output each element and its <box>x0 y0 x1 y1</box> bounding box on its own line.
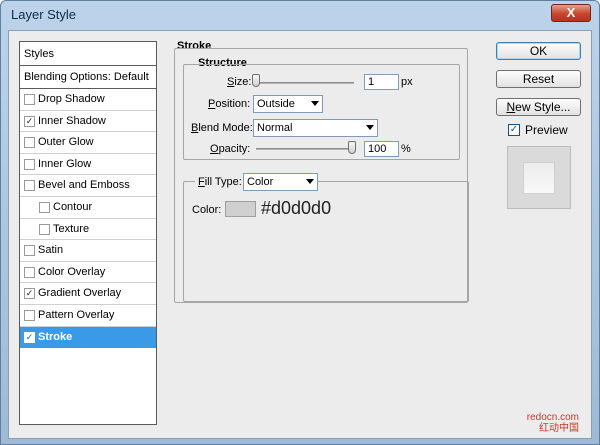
style-list: Drop Shadow ✓ Inner Shadow Outer Glow Inner … <box>20 89 156 349</box>
size-label: Size: <box>227 76 252 88</box>
opacity-unit: % <box>401 143 411 155</box>
style-item-label: Pattern Overlay <box>38 308 115 321</box>
chevron-down-icon <box>366 125 374 130</box>
size-unit: px <box>401 76 413 88</box>
chevron-down-icon <box>306 179 314 184</box>
style-item-label: Gradient Overlay <box>38 287 122 300</box>
ok-button[interactable]: OK <box>496 42 581 60</box>
layer-style-window: Layer Style X Styles Blending Options: D… <box>0 0 600 445</box>
style-item-label: Drop Shadow <box>38 93 105 105</box>
style-item-label: Stroke <box>38 330 73 343</box>
watermark-domain: redocn.com <box>526 412 579 423</box>
style-item-label: Texture <box>53 222 90 235</box>
style-item-bevel-and-emboss[interactable]: Bevel and Emboss <box>20 175 156 197</box>
color-hex-text: #d0d0d0 <box>261 198 332 218</box>
style-item-inner-shadow[interactable]: ✓ Inner Shadow <box>20 111 156 133</box>
style-checkbox[interactable] <box>39 201 50 213</box>
blend-mode-label: Blend Mode: <box>191 122 253 134</box>
size-input[interactable]: 1 <box>364 74 399 90</box>
size-slider-thumb[interactable] <box>252 74 260 87</box>
style-checkbox[interactable] <box>24 309 35 321</box>
preview-checkbox[interactable]: ✓ <box>508 124 520 136</box>
watermark: redocn.com 红动中国 <box>527 412 579 434</box>
fill-type-value: Color <box>247 176 274 188</box>
style-item-inner-glow[interactable]: Inner Glow <box>20 154 156 176</box>
style-item-label: Inner Shadow <box>38 114 106 127</box>
styles-panel: Styles Blending Options: Default Drop Sh… <box>19 41 157 425</box>
style-item-label: Contour <box>53 200 93 213</box>
title-bar[interactable]: Layer Style X <box>1 1 599 29</box>
opacity-input[interactable]: 100 <box>364 141 399 157</box>
preview-label: Preview <box>525 123 568 137</box>
style-checkbox[interactable] <box>24 94 35 105</box>
style-preview <box>507 146 571 209</box>
style-checkbox[interactable] <box>24 158 35 170</box>
style-checkbox[interactable]: ✓ <box>24 288 35 300</box>
chevron-down-icon <box>311 101 319 106</box>
style-preview-sample <box>523 162 555 194</box>
style-checkbox[interactable] <box>24 137 35 149</box>
reset-button[interactable]: Reset <box>496 70 581 88</box>
new-style-button[interactable]: New Style... <box>496 98 581 116</box>
style-item-stroke[interactable]: ✓ Stroke <box>20 326 156 349</box>
style-item-outer-glow[interactable]: Outer Glow <box>20 132 156 154</box>
style-item-drop-shadow[interactable]: Drop Shadow <box>20 89 156 111</box>
style-item-label: Inner Glow <box>38 157 92 170</box>
style-item-label: Satin <box>38 244 64 257</box>
style-item-label: Bevel and Emboss <box>38 179 130 192</box>
style-item-satin[interactable]: Satin <box>20 240 156 262</box>
position-value: Outside <box>257 98 295 110</box>
window-title: Layer Style <box>11 7 77 22</box>
position-label: Position: <box>208 98 251 110</box>
close-button[interactable]: X <box>551 4 591 22</box>
opacity-label: Opacity: <box>210 143 251 155</box>
style-item-texture[interactable]: Texture <box>20 219 156 241</box>
blend-mode-value: Normal <box>257 122 293 134</box>
opacity-slider-thumb[interactable] <box>348 141 356 154</box>
dialog-client-area: Styles Blending Options: Default Drop Sh… <box>8 30 592 439</box>
style-checkbox[interactable]: ✓ <box>24 115 35 127</box>
style-checkbox[interactable] <box>24 245 35 257</box>
style-checkbox[interactable]: ✓ <box>24 331 35 343</box>
fill-type-label: Fill Type: <box>195 176 245 188</box>
blend-mode-dropdown[interactable]: Normal <box>253 119 378 137</box>
position-dropdown[interactable]: Outside <box>253 95 323 113</box>
color-label: Color: <box>192 204 222 216</box>
color-swatch[interactable] <box>225 201 256 217</box>
style-item-label: Outer Glow <box>38 136 94 149</box>
fill-type-dropdown[interactable]: Color <box>243 173 318 191</box>
styles-header[interactable]: Styles <box>20 42 156 66</box>
style-item-label: Color Overlay <box>38 265 106 278</box>
style-checkbox[interactable] <box>39 223 50 235</box>
style-item-gradient-overlay[interactable]: ✓ Gradient Overlay <box>20 283 156 305</box>
style-item-pattern-overlay[interactable]: Pattern Overlay <box>20 305 156 327</box>
blending-options-item[interactable]: Blending Options: Default <box>20 66 156 89</box>
watermark-brand: 红动中国 <box>539 423 579 434</box>
style-checkbox[interactable] <box>24 180 35 192</box>
style-checkbox[interactable] <box>24 266 35 278</box>
opacity-slider-track[interactable] <box>256 148 356 150</box>
size-slider-track[interactable] <box>254 82 354 84</box>
style-item-color-overlay[interactable]: Color Overlay <box>20 262 156 284</box>
style-item-contour[interactable]: Contour <box>20 197 156 219</box>
